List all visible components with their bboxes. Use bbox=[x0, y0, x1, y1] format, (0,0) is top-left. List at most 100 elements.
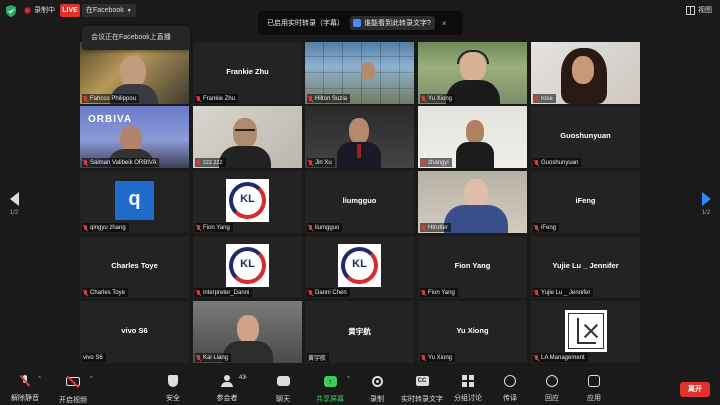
participant-tile[interactable]: Fahcco Philippou bbox=[80, 42, 189, 104]
video-shape bbox=[235, 129, 255, 133]
share-caret-icon[interactable]: ^ bbox=[347, 376, 350, 382]
microphone-muted-icon bbox=[196, 224, 201, 231]
chat-button[interactable]: 聊天 bbox=[258, 374, 308, 404]
kl-logo-icon: KL bbox=[226, 244, 269, 287]
participant-tile[interactable]: KL interpreter_Danni bbox=[193, 236, 302, 298]
participant-name: rose bbox=[541, 95, 553, 102]
participant-name: Danni Chen bbox=[315, 289, 347, 296]
video-shape bbox=[237, 315, 259, 343]
participant-tile[interactable]: Kai Liang bbox=[193, 301, 302, 363]
participant-tile[interactable]: Fion Yang Fion Yang bbox=[418, 236, 527, 298]
record-button[interactable]: 录制 bbox=[352, 374, 402, 404]
microphone-muted-icon bbox=[421, 95, 426, 102]
microphone-muted-icon bbox=[308, 95, 313, 102]
close-icon[interactable]: × bbox=[442, 19, 447, 28]
logo-text: KL bbox=[352, 258, 367, 270]
participant-nametag: Fahcco Philippou bbox=[82, 94, 140, 103]
participant-name: 黄宇航 bbox=[308, 356, 327, 362]
participant-tile[interactable]: 黄宇航 黄宇航 bbox=[305, 301, 414, 363]
video-options-caret-icon[interactable]: ^ bbox=[90, 376, 93, 382]
participant-name: Htrotter bbox=[428, 224, 449, 231]
participant-nametag: interpreter_Danni bbox=[195, 288, 253, 297]
participant-display-name: Yujie Lu _ Jennifer bbox=[552, 261, 619, 270]
participant-tile[interactable]: Htrotter bbox=[418, 171, 527, 233]
participant-tile[interactable]: Jin Xu bbox=[305, 106, 414, 168]
participant-name: liumgguo bbox=[315, 224, 340, 231]
video-overlay-text: ORBIVA bbox=[88, 114, 133, 125]
participant-name: iFeng bbox=[541, 224, 557, 231]
participant-tile[interactable]: zhangyi bbox=[418, 106, 527, 168]
arrow-left-icon bbox=[9, 192, 19, 206]
participant-tile[interactable]: Guoshunyuan Guoshunyuan bbox=[531, 106, 640, 168]
live-transcript-label: 实时转录文字 bbox=[401, 396, 443, 403]
previous-page-button[interactable]: 1/2 bbox=[6, 192, 22, 216]
participant-nametag: qingyu zhang bbox=[82, 223, 129, 232]
leave-button[interactable]: 离开 bbox=[680, 382, 710, 397]
participant-tile[interactable]: ORBIVA Salman Valibeik ORBIVA bbox=[80, 106, 189, 168]
participant-nametag: Yu Xiong bbox=[420, 353, 456, 362]
participant-name: zhangyi bbox=[428, 159, 449, 166]
transcript-link-label: 谁能看到此转录文字? bbox=[364, 20, 431, 27]
participant-tile[interactable]: vivo S6 vivo S6 bbox=[80, 301, 189, 363]
participant-tile[interactable]: zzz zzz bbox=[193, 106, 302, 168]
recording-indicator[interactable]: 录制中 bbox=[24, 5, 55, 15]
participant-tile[interactable]: LA Management bbox=[531, 301, 640, 363]
participant-name: Frankie Zhu bbox=[203, 95, 236, 102]
view-label: 视图 bbox=[698, 7, 712, 14]
transcript-visibility-link[interactable]: 谁能看到此转录文字? bbox=[350, 16, 435, 30]
participant-nametag: zzz zzz bbox=[195, 158, 226, 167]
participants-caret-icon[interactable]: ^ bbox=[244, 376, 247, 382]
video-shape bbox=[349, 118, 369, 144]
view-button[interactable]: 视图 bbox=[686, 5, 712, 15]
participant-tile[interactable]: q qingyu zhang bbox=[80, 171, 189, 233]
participant-tile[interactable]: Charles Toye Charles Toye bbox=[80, 236, 189, 298]
unmute-button[interactable]: 解除静音 bbox=[0, 374, 50, 403]
microphone-muted-icon bbox=[308, 289, 313, 296]
participant-tile[interactable]: liumgguo liumgguo bbox=[305, 171, 414, 233]
participant-nametag: Guoshunyuan bbox=[533, 158, 582, 167]
next-page-button[interactable]: 1/2 bbox=[698, 192, 714, 216]
audio-options-caret-icon[interactable]: ^ bbox=[38, 376, 41, 382]
video-shape bbox=[444, 205, 508, 233]
participant-nametag: Fion Yang bbox=[420, 288, 458, 297]
participant-tile[interactable]: Frankie Zhu Frankie Zhu bbox=[193, 42, 302, 104]
participant-name: Salman Valibeik ORBIVA bbox=[90, 159, 157, 166]
page-indicator: 1/2 bbox=[9, 210, 19, 216]
caret-down-icon: ▼ bbox=[126, 8, 132, 14]
participant-display-name: 黄宇航 bbox=[348, 327, 371, 336]
participant-display-name: Fion Yang bbox=[454, 261, 491, 270]
participant-tile[interactable]: KL Fion Yang bbox=[193, 171, 302, 233]
chat-icon bbox=[276, 376, 290, 386]
video-shape bbox=[357, 144, 361, 158]
live-transcript-button[interactable]: CC 实时转录文字 bbox=[397, 374, 447, 404]
record-dot-icon bbox=[24, 6, 31, 14]
participant-display-name: iFeng bbox=[575, 196, 596, 205]
apps-label: 应用 bbox=[587, 395, 601, 402]
participant-name: Guoshunyuan bbox=[541, 159, 579, 166]
participant-nametag: Htrotter bbox=[420, 223, 452, 232]
participant-tile[interactable]: KL Danni Chen bbox=[305, 236, 414, 298]
camera-off-icon bbox=[66, 377, 80, 386]
participant-name: Kai Liang bbox=[203, 354, 229, 361]
encryption-shield-icon[interactable] bbox=[6, 5, 16, 17]
participant-tile[interactable]: iFeng iFeng bbox=[531, 171, 640, 233]
participant-name: Fion Yang bbox=[203, 224, 230, 231]
participant-tile[interactable]: Yujie Lu _ Jennifer Yujie Lu _ Jennifer bbox=[531, 236, 640, 298]
participant-name: Yu Xiong bbox=[428, 354, 453, 361]
participant-display-name: Frankie Zhu bbox=[226, 67, 269, 76]
participant-tile[interactable]: rose bbox=[531, 42, 640, 104]
participant-tile[interactable]: Yu Xiong bbox=[418, 42, 527, 104]
participant-name: Hilton Suzia bbox=[315, 95, 348, 102]
participant-tile[interactable]: Hilton Suzia bbox=[305, 42, 414, 104]
participant-nametag: Salman Valibeik ORBIVA bbox=[82, 158, 160, 167]
participant-name: Yujie Lu _ Jennifer bbox=[541, 289, 591, 296]
participant-nametag: Kai Liang bbox=[195, 353, 232, 362]
participant-tile[interactable]: Yu Xiong Yu Xiong bbox=[418, 301, 527, 363]
live-target-dropdown[interactable]: 在Facebook ▼ bbox=[82, 4, 136, 17]
participant-name: LA Management bbox=[541, 354, 585, 361]
microphone-muted-icon bbox=[196, 354, 201, 361]
apps-button[interactable]: 应用 bbox=[569, 374, 619, 403]
participant-nametag: rose bbox=[533, 94, 556, 103]
meeting-toolbar: 解除静音 ^ 开启视频 ^ 安全 43 参会者 ^ 聊天 ↑ 共享屏幕 ^ 录制… bbox=[0, 372, 720, 405]
security-button[interactable]: 安全 bbox=[148, 374, 198, 403]
